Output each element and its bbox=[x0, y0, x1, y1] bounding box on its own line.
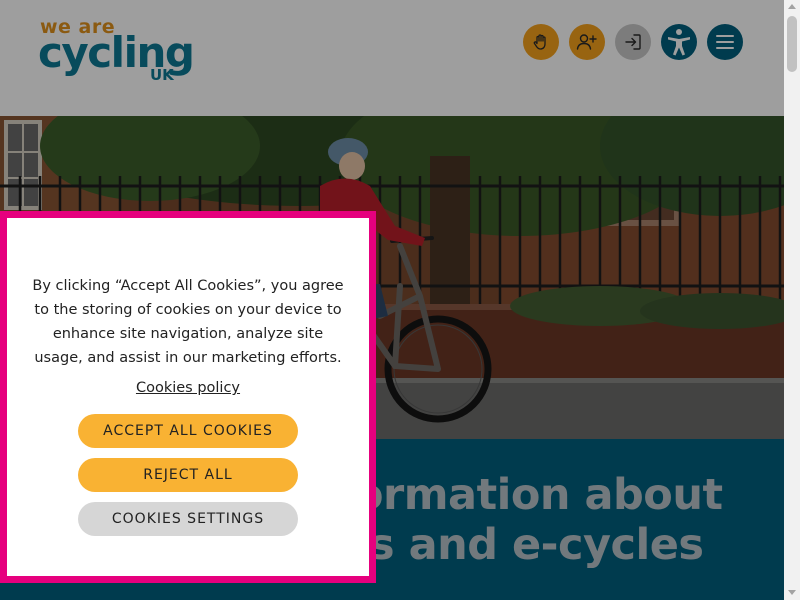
cookie-consent-dialog: By clicking “Accept All Cookies”, you ag… bbox=[0, 211, 376, 583]
accept-all-cookies-button[interactable]: ACCEPT ALL COOKIES bbox=[78, 414, 298, 448]
scroll-up-arrow-icon[interactable] bbox=[788, 4, 796, 9]
cookies-policy-link[interactable]: Cookies policy bbox=[7, 380, 369, 396]
scrollbar-thumb[interactable] bbox=[787, 16, 797, 72]
page: we are cycling UK ormation about s and e… bbox=[0, 0, 784, 600]
cookie-consent-message: By clicking “Accept All Cookies”, you ag… bbox=[32, 278, 344, 366]
page-scrollbar[interactable] bbox=[784, 0, 800, 600]
reject-all-button[interactable]: REJECT ALL bbox=[78, 458, 298, 492]
scroll-down-arrow-icon[interactable] bbox=[788, 590, 796, 595]
cookies-settings-button[interactable]: COOKIES SETTINGS bbox=[78, 502, 298, 536]
